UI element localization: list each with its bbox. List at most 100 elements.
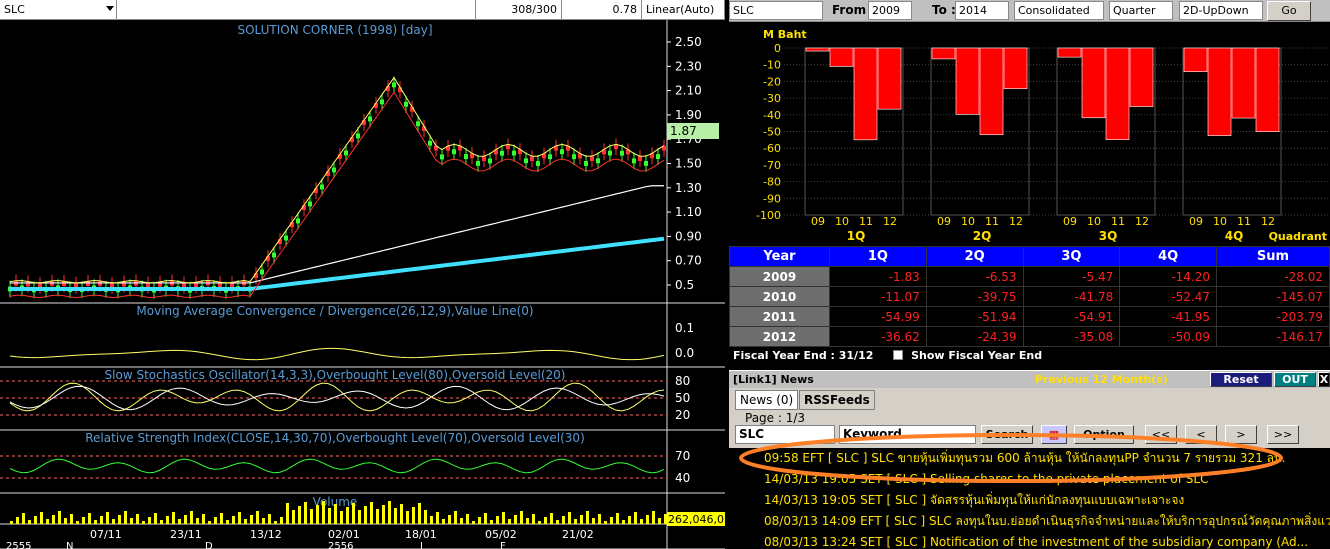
chart-toolbar: SLC 308/300 0.78 Linear(Auto) [0,0,725,20]
quadrant-label: Quadrant [1269,230,1327,243]
value-cell: -24.39 [925,326,1024,347]
volume-bar [418,503,421,524]
candle [320,184,324,190]
price-tick: 2.50 [675,35,702,49]
symbol-select[interactable]: SLC [0,0,117,20]
value-cell: -36.62 [829,326,927,347]
candle [524,158,528,164]
x-tick: 09 [811,215,825,228]
go-button[interactable]: Go [1267,1,1311,21]
volume-bar [364,506,367,524]
to-select[interactable]: 2014 [955,1,1009,20]
fiscal-checkbox-label: Show Fiscal Year End [911,349,1043,362]
pane-title: Moving Average Convergence / Divergence(… [136,304,533,318]
bar [805,47,830,52]
volume-bar [232,516,235,524]
news-item[interactable]: 14/03/13 19:05 SET [ SLC ] Selling share… [729,469,1330,490]
news-symbol-input[interactable]: SLC [735,425,835,444]
x-tick: 09 [1063,215,1077,228]
chevron-down-icon [106,6,114,11]
macd-tick: 0.1 [675,321,694,335]
volume-bar [352,503,355,524]
fiscal-checkbox[interactable] [893,350,904,360]
candle [404,101,408,107]
quarter-label: 3Q [1099,229,1118,243]
bar [979,47,1004,136]
candle [308,201,312,207]
value-cell: -54.99 [829,306,927,327]
candle [332,167,336,173]
news-item[interactable]: 14/03/13 19:05 SET [ SLC ] จัดสรรหุ้นเพิ… [729,490,1330,511]
flag-icon[interactable]: ▦ [1041,425,1067,444]
view-select[interactable]: 2D-UpDown [1179,1,1263,20]
price-chart[interactable]: SOLUTION CORNER (1998) [day] 2.50 2.30 2.10… [0,20,725,549]
search-button[interactable]: Search [981,425,1033,444]
scale-select[interactable]: Linear(Auto) [642,0,725,20]
candle [530,156,534,162]
news-item[interactable]: 09:58 EFT [ SLC ] SLC ขายหุ้นเพิ่มทุนรวม… [729,448,1330,469]
volume-bar [328,508,331,524]
tab-rssfeeds[interactable]: RSSFeeds [799,390,875,410]
app: SLC 308/300 0.78 Linear(Auto) SOLUTION C… [0,0,1330,549]
close-button[interactable]: X [1318,372,1330,387]
value-cell: -51.94 [925,306,1024,327]
technical-chart-panel: SLC 308/300 0.78 Linear(Auto) SOLUTION C… [0,0,725,549]
stoch-tick: 50 [675,391,690,405]
period-select[interactable]: Quarter [1109,1,1173,20]
prev-page-button[interactable]: < [1185,425,1217,444]
volume-bar [436,512,439,524]
keyword-input[interactable]: Keyword [839,425,976,444]
reset-button[interactable]: Reset [1210,372,1272,387]
news-item[interactable]: 08/03/13 14:09 EFT [ SLC ] SLC ลงทุนในบ.… [729,511,1330,532]
out-button[interactable]: OUT [1274,372,1316,387]
volume-bar [376,509,379,524]
quarterly-table: Year 1Q 2Q 3Q 4Q Sum 2009 -1.83 -6.53 -5.47 -14.2… [729,246,1330,347]
bar [931,47,956,60]
fiscal-year-end: Fiscal Year End : 31/12 [733,349,874,362]
macd-tick: 0.0 [675,346,694,360]
volume-bar [604,521,607,524]
candle [464,154,468,159]
option-button[interactable]: Option [1074,425,1134,444]
volume-bar [214,517,217,524]
volume-bar [28,520,31,524]
volume-bar [340,511,343,524]
bar [853,47,878,141]
volume-bar [484,513,487,524]
first-page-button[interactable]: << [1145,425,1177,444]
volume-bar [652,511,655,524]
x-tick: 10 [835,215,849,228]
date-fragment: 2555 [6,541,31,549]
tab-news[interactable]: News (0) [735,390,799,410]
from-select[interactable]: 2009 [868,1,912,20]
last-page-button[interactable]: >> [1267,425,1299,444]
news-list: 09:58 EFT [ SLC ] SLC ขายหุ้นเพิ่มทุนรวม… [729,448,1330,549]
volume-bar [100,516,103,524]
volume-bar [274,521,277,524]
candle [260,269,264,275]
y-tick: -100 [756,209,781,222]
news-title: [Link1] News [733,373,814,386]
candle [500,150,504,156]
value-cell: -41.78 [1022,286,1121,307]
volume-bar [130,518,133,524]
fin-symbol-select[interactable]: SLC [729,1,823,20]
statement-type-select[interactable]: Consolidated [1014,1,1104,20]
volume-bar [76,521,79,524]
price-tick: 1.10 [675,205,702,219]
bar [1057,47,1082,58]
candle [548,154,552,160]
price-tick: 0.70 [675,254,702,268]
volume-bar [268,514,271,524]
next-page-button[interactable]: > [1225,425,1257,444]
date-label: 07/11 [90,528,122,541]
volume-bar [256,511,259,524]
volume-bar [628,516,631,524]
volume-bar [598,514,601,524]
volume-bar [646,515,649,524]
news-item[interactable]: 08/03/13 13:24 SET [ SLC ] Notification … [729,532,1330,549]
x-tick: 11 [985,215,999,228]
candle [596,158,600,164]
volume-bar [220,513,223,524]
bar [1183,47,1208,73]
